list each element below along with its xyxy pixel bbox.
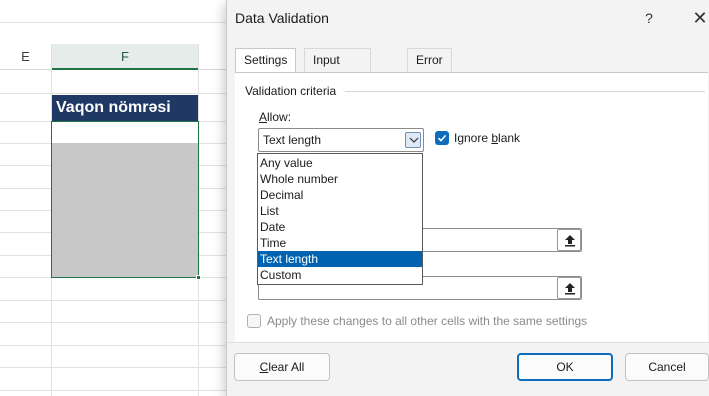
dropdown-option-text-length[interactable]: Text length — [258, 251, 422, 267]
dropdown-option-any-value[interactable]: Any value — [258, 155, 422, 171]
allow-dropdown-button[interactable] — [405, 132, 421, 148]
tab-input-message[interactable]: Input Message — [304, 48, 371, 89]
chevron-down-icon — [409, 137, 419, 143]
dropdown-option-time[interactable]: Time — [258, 235, 422, 251]
selection-range[interactable] — [51, 121, 199, 278]
apply-all-checkbox[interactable] — [247, 314, 261, 328]
checkmark-icon — [437, 134, 447, 142]
allow-label: Allow: — [259, 110, 291, 124]
ignore-blank-label[interactable]: Ignore blank — [454, 131, 520, 145]
allow-select[interactable]: Text length — [258, 128, 424, 152]
allow-select-value: Text length — [263, 133, 322, 147]
column-header-f[interactable]: F — [52, 44, 198, 70]
range-select-icon — [565, 283, 575, 295]
ok-button[interactable]: OK — [517, 353, 613, 381]
range-select-icon — [565, 235, 575, 247]
allow-dropdown-list: Any value Whole number Decimal List Date… — [257, 153, 423, 285]
tab-settings[interactable]: Settings — [235, 48, 297, 73]
allow-label-accel: A — [259, 110, 268, 124]
tab-error-alert[interactable]: Error Alert — [407, 48, 452, 89]
apply-all-label[interactable]: Apply these changes to all other cells w… — [267, 314, 587, 328]
cancel-button[interactable]: Cancel — [625, 353, 709, 381]
footer-divider — [227, 342, 709, 343]
clear-all-accel: C — [259, 360, 269, 374]
dropdown-option-whole-number[interactable]: Whole number — [258, 171, 422, 187]
close-button[interactable]: ✕ — [689, 7, 709, 29]
dropdown-option-decimal[interactable]: Decimal — [258, 187, 422, 203]
clear-all-text: lear All — [268, 360, 305, 374]
dropdown-option-date[interactable]: Date — [258, 219, 422, 235]
ignore-blank-checkbox[interactable] — [435, 131, 449, 145]
close-icon: ✕ — [692, 8, 708, 28]
fill-handle[interactable] — [196, 275, 201, 280]
clear-all-button[interactable]: Clear All — [234, 353, 330, 381]
dropdown-option-list[interactable]: List — [258, 203, 422, 219]
validation-criteria-legend: Validation criteria — [245, 84, 341, 98]
help-button[interactable]: ? — [639, 8, 659, 28]
collapse-range-button-2[interactable] — [557, 277, 581, 299]
column-header-e[interactable]: E — [0, 44, 51, 70]
legend-divider — [345, 91, 705, 92]
ignore-blank-text-post: lank — [498, 131, 521, 145]
header-cell[interactable]: Vaqon nömrəsi — [52, 95, 198, 121]
dropdown-option-custom[interactable]: Custom — [258, 267, 422, 283]
allow-label-text: llow: — [267, 110, 292, 124]
ignore-blank-text-pre: Ignore — [454, 131, 492, 145]
dialog-title: Data Validation — [235, 10, 329, 26]
collapse-range-button-1[interactable] — [557, 229, 581, 251]
